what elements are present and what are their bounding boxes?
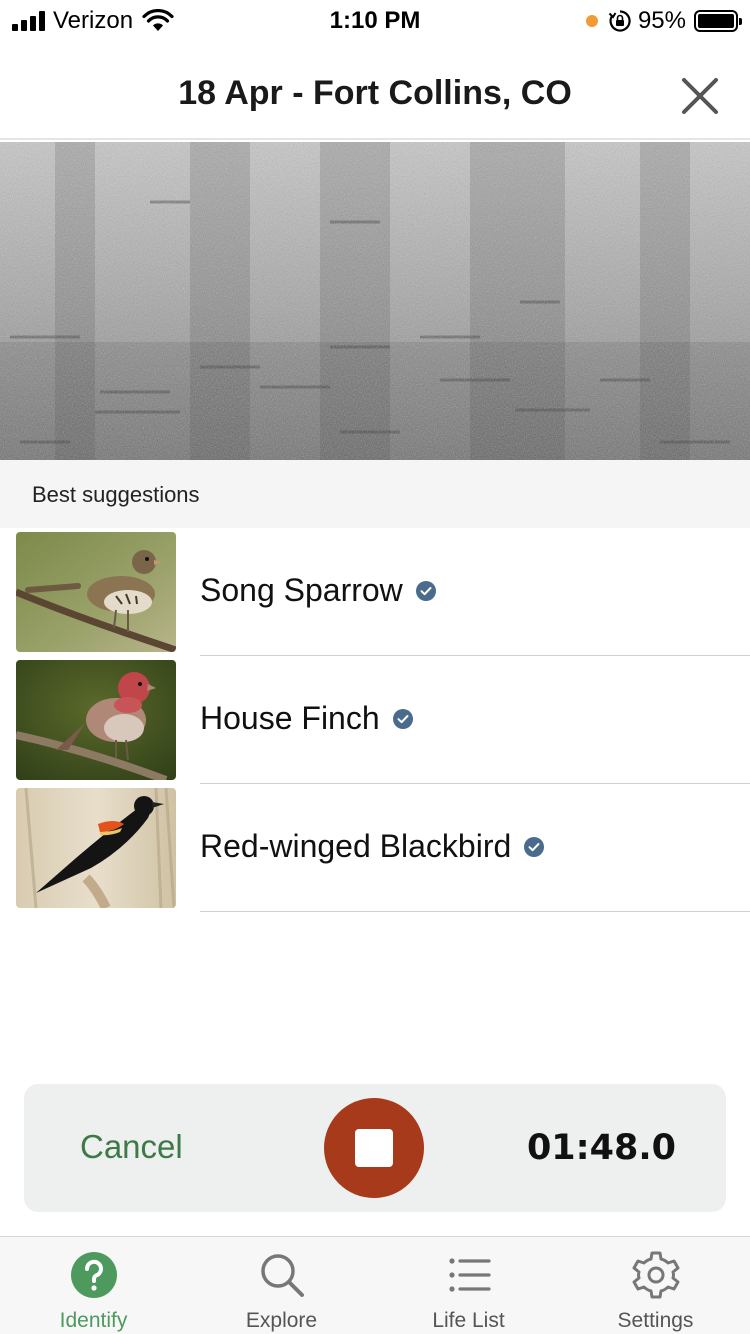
suggestion-row-song-sparrow[interactable]: Song Sparrow: [0, 528, 750, 656]
bird-name: Red-winged Blackbird: [200, 828, 512, 864]
tab-label: Life List: [432, 1309, 505, 1332]
question-circle-icon: [70, 1252, 117, 1298]
list-icon: [448, 1258, 491, 1292]
bird-name: House Finch: [200, 700, 380, 736]
search-icon: [260, 1254, 304, 1297]
recording-controls: Cancel 01:48.0: [24, 1084, 726, 1212]
cancel-button[interactable]: Cancel: [80, 1128, 183, 1166]
status-bar: Verizon 1:10 PM 95%: [0, 0, 750, 44]
suggestion-row-red-winged-blackbird[interactable]: Red-winged Blackbird: [0, 784, 750, 912]
bird-photo-red-winged-blackbird: [16, 788, 176, 908]
spectrogram-image: [0, 142, 750, 460]
tab-identify[interactable]: Identify: [0, 1237, 187, 1334]
battery-percentage: 95%: [637, 7, 686, 34]
verified-check-icon: [524, 836, 545, 857]
section-title: Best suggestions: [32, 482, 200, 507]
stop-icon: [355, 1129, 393, 1167]
verified-check-icon: [415, 580, 436, 601]
tab-life-list[interactable]: Life List: [375, 1237, 562, 1334]
tab-bar: Identify Explore Life List Settings: [0, 1236, 750, 1334]
tab-label: Identify: [59, 1309, 128, 1332]
bird-photo-house-finch: [16, 660, 176, 780]
battery-icon: [694, 10, 742, 32]
stop-recording-button[interactable]: [324, 1098, 424, 1198]
tab-settings[interactable]: Settings: [562, 1237, 749, 1334]
row-divider: [200, 911, 750, 912]
rotation-lock-icon: [608, 10, 631, 32]
verified-check-icon: [392, 708, 413, 729]
mic-in-use-indicator: [585, 15, 598, 27]
tab-explore[interactable]: Explore: [188, 1237, 375, 1334]
bird-name: Song Sparrow: [200, 572, 403, 608]
suggestion-list: Song Sparrow House Finch Red-winged Blac…: [0, 528, 750, 912]
close-icon[interactable]: [680, 76, 720, 116]
section-header: Best suggestions: [0, 460, 750, 528]
tab-label: Explore: [245, 1309, 318, 1332]
page-title: 18 Apr - Fort Collins, CO: [178, 74, 572, 112]
recording-timer: 01:48.0: [526, 1128, 676, 1168]
spectrogram: [0, 142, 750, 460]
tab-label: Settings: [617, 1309, 694, 1332]
gear-icon: [632, 1251, 679, 1299]
header: 18 Apr - Fort Collins, CO: [0, 44, 750, 140]
bird-photo-song-sparrow: [16, 532, 176, 652]
suggestion-row-house-finch[interactable]: House Finch: [0, 656, 750, 784]
